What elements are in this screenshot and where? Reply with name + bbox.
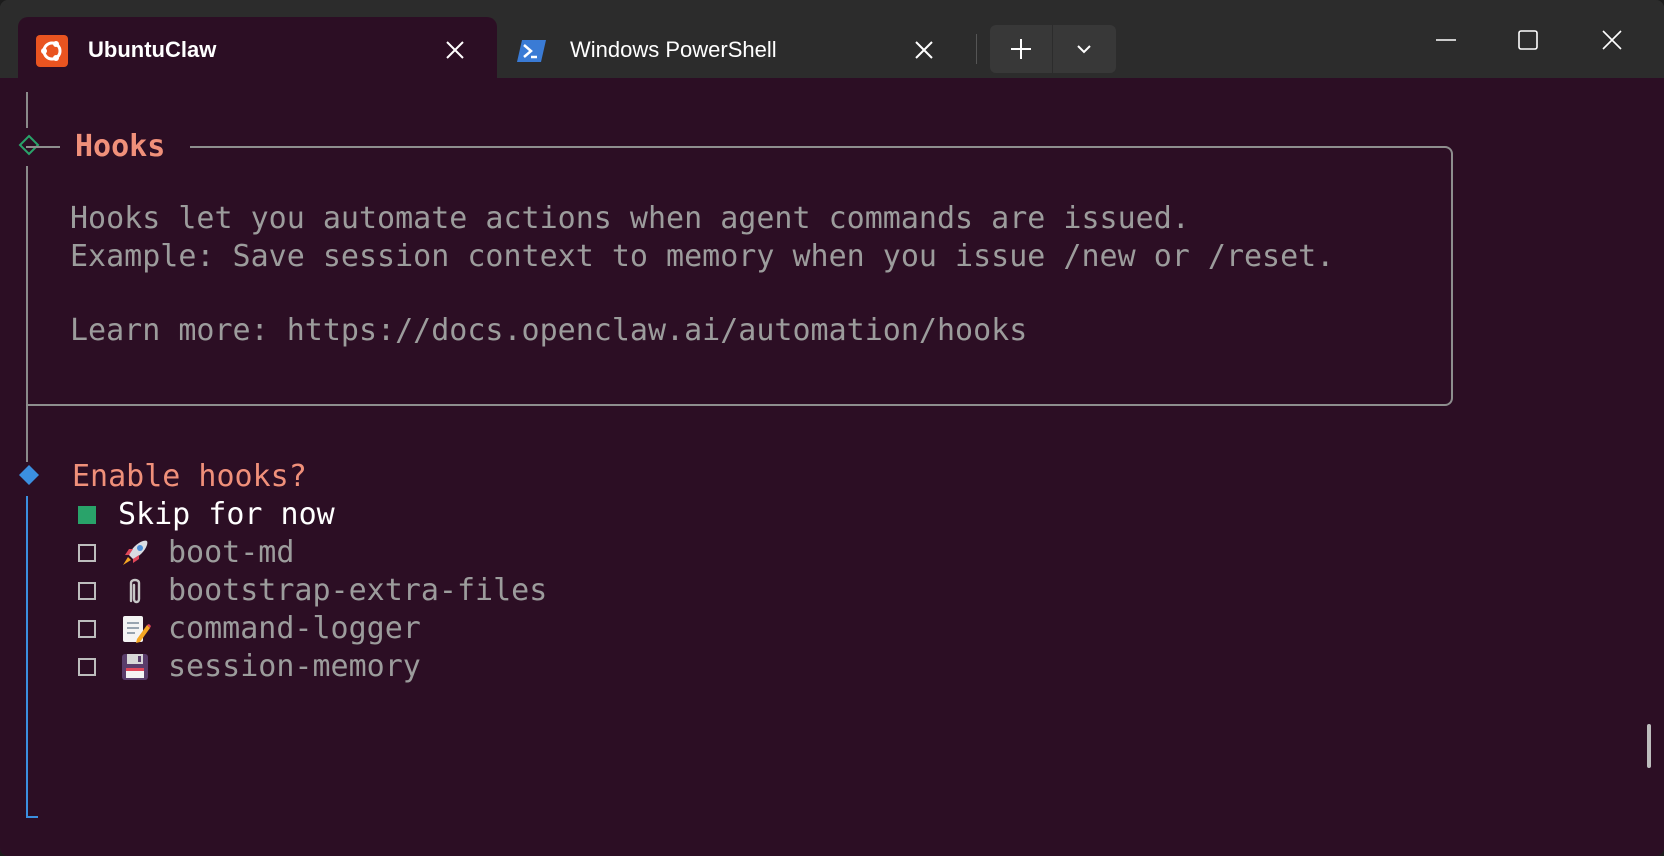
new-tab-button[interactable] (990, 25, 1053, 73)
close-tab-icon[interactable] (910, 36, 938, 64)
minimize-button[interactable] (1416, 18, 1476, 62)
paperclip-icon (118, 574, 152, 608)
option-label: Skip for now (118, 497, 335, 532)
learn-more-link[interactable]: Learn more: https://docs.openclaw.ai/aut… (70, 312, 1027, 350)
option-command-logger[interactable]: command-logger (78, 610, 421, 648)
option-label: boot-md (168, 535, 295, 570)
active-step-diamond-icon (19, 465, 39, 485)
option-bootstrap-extra-files[interactable]: bootstrap-extra-files (78, 572, 547, 610)
gutter-line (26, 92, 28, 128)
close-tab-icon[interactable] (441, 36, 469, 64)
title-bar: UbuntuClaw Windows PowerShell (0, 0, 1664, 78)
powershell-icon (517, 40, 546, 62)
tab-separator (976, 34, 977, 64)
tab-windows-powershell[interactable]: Windows PowerShell (500, 17, 955, 78)
option-skip-for-now[interactable]: Skip for now (78, 496, 335, 534)
close-icon (1602, 30, 1622, 50)
description-line-2: Example: Save session context to memory … (70, 239, 1335, 274)
new-tab-group (990, 25, 1116, 73)
floppy-disk-icon (118, 650, 152, 684)
minimize-icon (1436, 39, 1456, 41)
scrollbar-thumb[interactable] (1647, 724, 1651, 768)
hooks-info-box (26, 146, 1453, 406)
checkbox[interactable] (78, 620, 96, 638)
checkbox[interactable] (78, 658, 96, 676)
description-line-1: Hooks let you automate actions when agen… (70, 201, 1190, 236)
tab-title-ubuntuclaw: UbuntuClaw (88, 37, 217, 62)
active-gutter-line (26, 496, 28, 818)
checkbox[interactable] (78, 544, 96, 562)
maximize-button[interactable] (1498, 18, 1558, 62)
gutter-line (26, 420, 28, 460)
terminal-output[interactable]: Hooks Hooks let you automate actions whe… (0, 78, 1664, 856)
maximize-icon (1518, 30, 1538, 50)
tab-ubuntuclaw[interactable]: UbuntuClaw (18, 17, 497, 78)
plus-icon (1011, 39, 1031, 59)
enable-hooks-prompt: Enable hooks? (72, 459, 307, 494)
checkbox-checked[interactable] (78, 506, 96, 524)
terminal-window: UbuntuClaw Windows PowerShell Hooks Hook… (0, 0, 1664, 856)
close-window-button[interactable] (1582, 18, 1642, 62)
tab-dropdown-button[interactable] (1053, 25, 1115, 73)
tab-title-powershell: Windows PowerShell (570, 37, 777, 62)
option-session-memory[interactable]: session-memory (78, 648, 421, 686)
chevron-down-icon (1077, 45, 1091, 54)
option-label: session-memory (168, 649, 421, 684)
option-label: bootstrap-extra-files (168, 573, 548, 608)
option-label: command-logger (168, 611, 421, 646)
ubuntu-icon (36, 35, 68, 67)
hooks-title: Hooks (75, 129, 166, 164)
option-boot-md[interactable]: boot-md (78, 534, 294, 572)
active-gutter-end (26, 816, 38, 818)
checkbox[interactable] (78, 582, 96, 600)
rocket-icon (118, 536, 152, 570)
memo-icon (118, 612, 152, 646)
